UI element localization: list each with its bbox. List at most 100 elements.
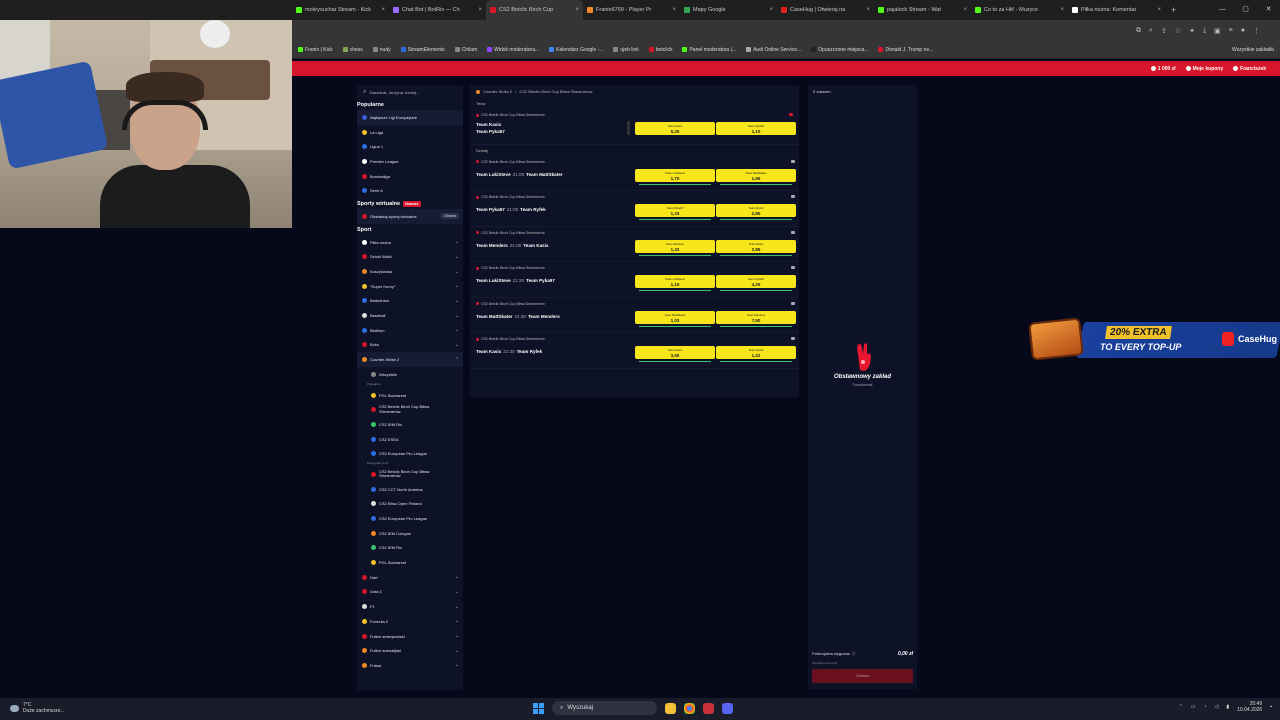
balance[interactable]: 1 000 zł [1150,66,1176,72]
sidebar-sport-item[interactable]: *Super Kursy* ⌄ [357,279,463,294]
bookmark-item[interactable]: Widok moderatora... [487,47,539,53]
sidebar-popular-item[interactable]: Ligue 1 [357,139,463,154]
close-tab-icon[interactable]: × [1157,7,1161,13]
all-bookmarks[interactable]: Wszystkie zakładki [1232,47,1280,53]
odd-button-home[interactable]: Team Kasix 5,25 [635,122,715,135]
sidebar-sport-item[interactable]: Futbol australijski ⌄ [357,643,463,658]
browser-tab[interactable]: CS2 Betclic Birch Cup × [486,0,583,20]
odd-button-away[interactable]: Team Pyka97 1,10 [716,122,796,135]
close-tab-icon[interactable]: × [963,7,967,13]
notification-icon[interactable]: ▪ [1270,704,1272,710]
live-match[interactable]: CS2 Betclic Birch Cup Bitwa Streamerów T… [470,109,799,145]
taskbar-search[interactable]: ⌕ Wyszukaj [552,701,657,715]
sidebar-competition-item[interactable]: CS2 Betclic Birch Cup Bitwa Streamerów [357,402,463,417]
close-tab-icon[interactable]: × [575,7,579,13]
browser-tab[interactable]: Piłka nożna: Komentar × [1068,0,1165,20]
star-icon[interactable]: ☆ [1175,27,1181,35]
odd-button-away[interactable]: Team Menders 7,50 [716,310,796,327]
sidebar-competition-item[interactable]: CS2 Elisa Open Finland [357,497,463,512]
user-menu[interactable]: Franciszek [1233,66,1266,72]
minimize-icon[interactable]: — [1211,0,1234,20]
zoom-icon[interactable]: ⌕ [1149,27,1153,35]
sidebar-sport-item[interactable]: Piłka nożna ⌄ [357,235,463,250]
sidebar-sport-item[interactable]: Koszykówka ⌄ [357,264,463,279]
windows-start-icon[interactable] [533,702,544,714]
bookmark-item[interactable]: StreamElements [400,47,445,53]
bookmark-item[interactable]: Kalendarz Google -... [549,47,603,53]
odd-button-home[interactable]: Team Menders 1,33 [635,239,715,256]
sidebar-competition-item[interactable]: CS2 Betclic Birch Cup Bitwa Streamerów [357,467,463,482]
sidebar-sport-item[interactable]: Biathlon ⌄ [357,323,463,338]
my-coupons-link[interactable]: Moje kupony [1185,66,1223,72]
sidebar-sport-item[interactable]: Dart ⌄ [357,570,463,585]
sidebar-competition-item[interactable]: CS2 ESEA [357,432,463,447]
file-explorer-icon[interactable] [665,702,676,714]
virtual-sports-item[interactable]: Obstawiaj sporty wirtualne Obstaw [357,209,463,224]
bookmark-item[interactable]: Panel moderatora |... [682,47,736,53]
odd-button-home[interactable]: Team Pyka97 1,33 [635,204,715,220]
bookmark-item[interactable]: Donald J. Trump ne... [878,47,933,53]
close-tab-icon[interactable]: × [866,7,870,13]
sidebar-search[interactable]: ⌕ Zawodnik, drużyna, turniej... [357,85,463,99]
bookmark-item[interactable]: chess [342,47,363,53]
match-row[interactable]: CS2 Betclic Birch Cup Bitwa Streamerów Te… [470,227,799,262]
close-tab-icon[interactable]: × [1060,7,1064,13]
odd-button-home[interactable]: Team Kasix 3,50 [635,346,715,362]
search-input[interactable]: Zawodnik, drużyna, turniej... [369,90,419,95]
match-row[interactable]: CS2 Betclic Birch Cup Bitwa Streamerów Te… [470,298,799,333]
sidebar-competition-item[interactable]: CS2 European Pro League [357,511,463,526]
sidebar-popular-item[interactable]: Bundesliga [357,169,463,184]
profile-icon[interactable]: ● [1241,27,1245,34]
discord-icon[interactable] [722,702,733,714]
sidebar-sport-item[interactable]: Badminton ⌄ [357,294,463,309]
bookmark-item[interactable]: betclick [648,47,672,53]
sidebar-competition-item[interactable]: CS2 IEM Rio [357,417,463,432]
wifi-icon[interactable]: ◔ [1204,704,1207,710]
browser-tab[interactable]: Chat Bot | BotRix — Ch × [389,0,486,20]
sidebar-competition-item[interactable]: PGL Bucharest [357,388,463,403]
odd-button-home[interactable]: Team LukiSteve 1,15 [635,275,715,291]
weather-widget[interactable]: 7°C Duże zachmurze... [10,702,65,714]
browser-tab[interactable]: Franio6769 - Player Pr × [583,0,680,20]
sidebar-competition-item[interactable]: CS2 CCT North America [357,482,463,497]
battery-icon[interactable]: ▮ [1226,704,1229,710]
sidebar-competition-item[interactable]: CS2 European Pro League [357,446,463,461]
media-icon[interactable]: ≡ [1229,27,1233,34]
bookmark-item[interactable]: nudy [372,47,391,53]
maximize-icon[interactable]: ▢ [1234,0,1257,20]
sidebar-sport-item[interactable]: Formuła 2 ⌄ [357,614,463,629]
odd-button-away[interactable]: Team Pyka97 4,25 [716,275,796,291]
sidebar-popular-item[interactable]: Najlepsze Ligi Europejskie [357,110,463,125]
install-icon[interactable]: ⧉ [1136,27,1141,35]
chrome-icon[interactable] [684,702,695,714]
download-icon[interactable]: ⤓ [1203,27,1206,35]
sidebar-item-cs2[interactable]: Counter-Strike 2 ⌃ [357,352,463,367]
odd-button-away[interactable]: Team Ryfek 1,22 [716,346,796,362]
sidebar-popular-item[interactable]: Serie A [357,183,463,198]
sidebar-popular-item[interactable]: Premier League [357,154,463,169]
browser-tab[interactable]: pajalock Stream - Wat × [874,0,971,20]
sidebar-competition-item[interactable]: PGL Bucharest [357,555,463,570]
chevron-up-icon[interactable]: ⌃ [1179,704,1183,710]
breadcrumb-sport[interactable]: Counter-Strike 2 [483,89,512,94]
cs2-all-item[interactable]: Wszystkie [357,367,463,382]
browser-tab[interactable]: Co to za Hit! - Muzyce × [971,0,1068,20]
browser-tab[interactable]: Mapy Google × [680,0,777,20]
menu-icon[interactable]: ⋮ [1253,27,1260,35]
extension-icon[interactable]: ✦ [1189,27,1195,35]
app-icon[interactable] [703,702,714,714]
bookmark-item[interactable]: Opuszczone miejsca... [811,47,868,53]
sidebar-sport-item[interactable]: Boks ⌄ [357,338,463,353]
breadcrumb-competition[interactable]: CS2 Betclic Birch Cup Bitwa Streamerów [519,89,592,94]
network-icon[interactable]: ▭ [1191,704,1196,710]
sidebar-sport-item[interactable]: Dota 2 ⌄ [357,585,463,600]
match-row[interactable]: CS2 Betclic Birch Cup Bitwa Streamerów Te… [470,333,799,369]
bookmark-item[interactable]: ujeb link [613,47,639,53]
sidebar-competition-item[interactable]: CS2 IEM Cologne [357,526,463,541]
match-row[interactable]: CS2 Betclic Birch Cup Bitwa Streamerów Te… [470,191,799,227]
match-row[interactable]: CS2 Betclic Birch Cup Bitwa Streamerów Te… [470,156,799,191]
casehug-promo[interactable]: 20% EXTRA TO EVERY TOP-UP CaseHug [1028,317,1280,362]
odd-button-home[interactable]: Team MattSkater 1,03 [635,310,715,327]
sidebar-sport-item[interactable]: F1 ⌄ [357,599,463,614]
odd-button-away[interactable]: Team Ryfek 2,85 [716,204,796,220]
